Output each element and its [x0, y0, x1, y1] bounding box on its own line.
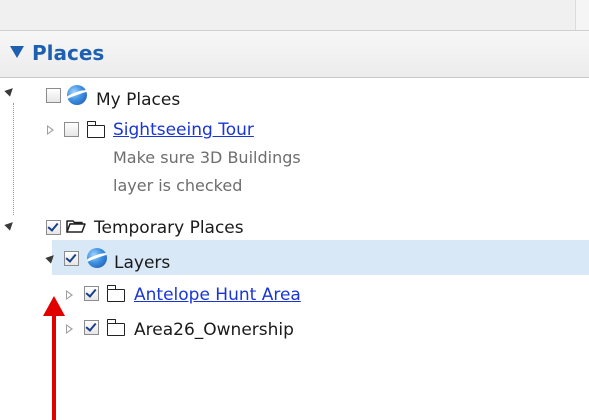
sightseeing-checkbox[interactable]: [64, 122, 79, 137]
folder-icon: [86, 121, 105, 138]
collapsed-triangle-icon[interactable]: [66, 290, 73, 300]
layers-label[interactable]: Layers: [114, 252, 170, 274]
collapsed-triangle-icon[interactable]: [47, 125, 54, 135]
antelope-checkbox[interactable]: [84, 286, 99, 301]
checkmark-icon: [85, 320, 97, 332]
globe-icon: [87, 248, 107, 268]
checkmark-icon: [85, 286, 97, 298]
folder-icon: [106, 285, 125, 302]
collapse-triangle-icon[interactable]: [10, 46, 24, 58]
expanded-triangle-icon[interactable]: [4, 219, 16, 231]
checkmark-icon: [65, 251, 77, 263]
open-folder-icon: [66, 219, 86, 233]
annotation-arrow-shaft: [52, 312, 56, 420]
scrollbar-corner: [575, 0, 589, 30]
layers-checkbox[interactable]: [64, 251, 79, 266]
antelope-hunt-area-link[interactable]: Antelope Hunt Area: [134, 284, 301, 306]
folder-icon: [106, 319, 125, 336]
tree-connector-line: [13, 103, 14, 215]
sightseeing-tour-link[interactable]: Sightseeing Tour: [113, 119, 254, 141]
sightseeing-description-line-2: layer is checked: [113, 176, 243, 195]
panel-title: Places: [32, 41, 105, 65]
places-panel-header[interactable]: Places: [0, 30, 589, 78]
temporary-places-label[interactable]: Temporary Places: [94, 217, 244, 239]
sightseeing-description-line-1: Make sure 3D Buildings: [113, 148, 301, 167]
globe-icon: [67, 85, 87, 105]
my-places-checkbox[interactable]: [46, 88, 61, 103]
expanded-triangle-icon[interactable]: [4, 85, 16, 97]
area26-checkbox[interactable]: [84, 320, 99, 335]
checkmark-icon: [47, 220, 59, 232]
my-places-label[interactable]: My Places: [96, 89, 180, 111]
top-toolbar-area: [0, 0, 589, 30]
collapsed-triangle-icon[interactable]: [66, 324, 73, 334]
area26-ownership-label[interactable]: Area26_Ownership: [134, 319, 294, 341]
temporary-places-checkbox[interactable]: [46, 220, 61, 235]
